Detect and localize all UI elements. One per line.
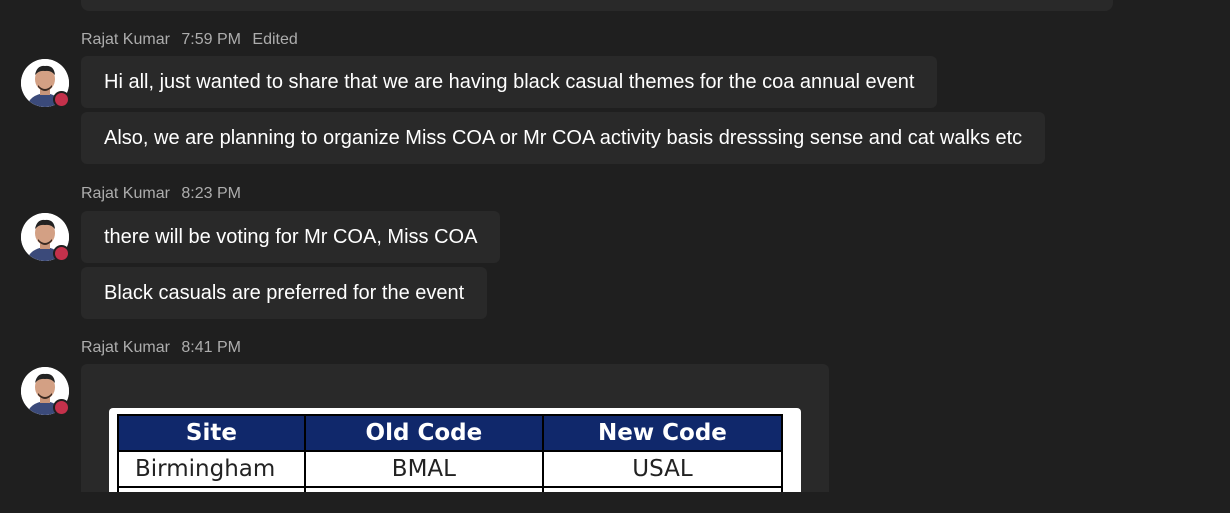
avatar[interactable]: [21, 213, 70, 262]
author-name[interactable]: Rajat Kumar: [81, 185, 170, 202]
message-meta: Rajat Kumar 7:59 PM Edited: [81, 31, 305, 49]
table-header-site: Site: [117, 414, 306, 452]
table-cell-site: Birmingham: [117, 450, 306, 488]
message-meta: Rajat Kumar 8:23 PM: [81, 185, 248, 203]
table-header-old-code: Old Code: [303, 414, 544, 452]
author-name[interactable]: Rajat Kumar: [81, 339, 170, 356]
table-cell-new-code: USAL: [541, 450, 784, 488]
table-cell-old-code: BMAL: [303, 450, 544, 488]
table-row: Birmingham BMAL USAL: [117, 450, 784, 488]
author-name[interactable]: Rajat Kumar: [81, 31, 170, 48]
edited-label: Edited: [252, 31, 298, 48]
message-bubble[interactable]: Hi all, just wanted to share that we are…: [81, 56, 938, 108]
message-bubble[interactable]: Also, we are planning to organize Miss C…: [81, 112, 1046, 164]
avatar[interactable]: [21, 59, 70, 108]
viewport-bottom-edge: [0, 492, 1230, 513]
timestamp: 8:23 PM: [181, 185, 241, 202]
busy-status-icon: [53, 245, 70, 262]
previous-message-bubble[interactable]: [81, 0, 1113, 11]
message-bubble[interactable]: there will be voting for Mr COA, Miss CO…: [81, 211, 501, 263]
busy-status-icon: [53, 91, 70, 108]
message-bubble[interactable]: Black casuals are preferred for the even…: [81, 267, 488, 319]
table-header-new-code: New Code: [541, 414, 784, 452]
avatar[interactable]: [21, 367, 70, 416]
timestamp: 8:41 PM: [181, 339, 241, 356]
busy-status-icon: [53, 399, 70, 416]
timestamp: 7:59 PM: [181, 31, 241, 48]
chat-thread: Rajat Kumar 7:59 PM Edited Hi all, just …: [0, 0, 1230, 513]
message-meta: Rajat Kumar 8:41 PM: [81, 339, 248, 357]
image-message-bubble[interactable]: Site Old Code New Code Birmingham BMAL U…: [81, 364, 829, 513]
